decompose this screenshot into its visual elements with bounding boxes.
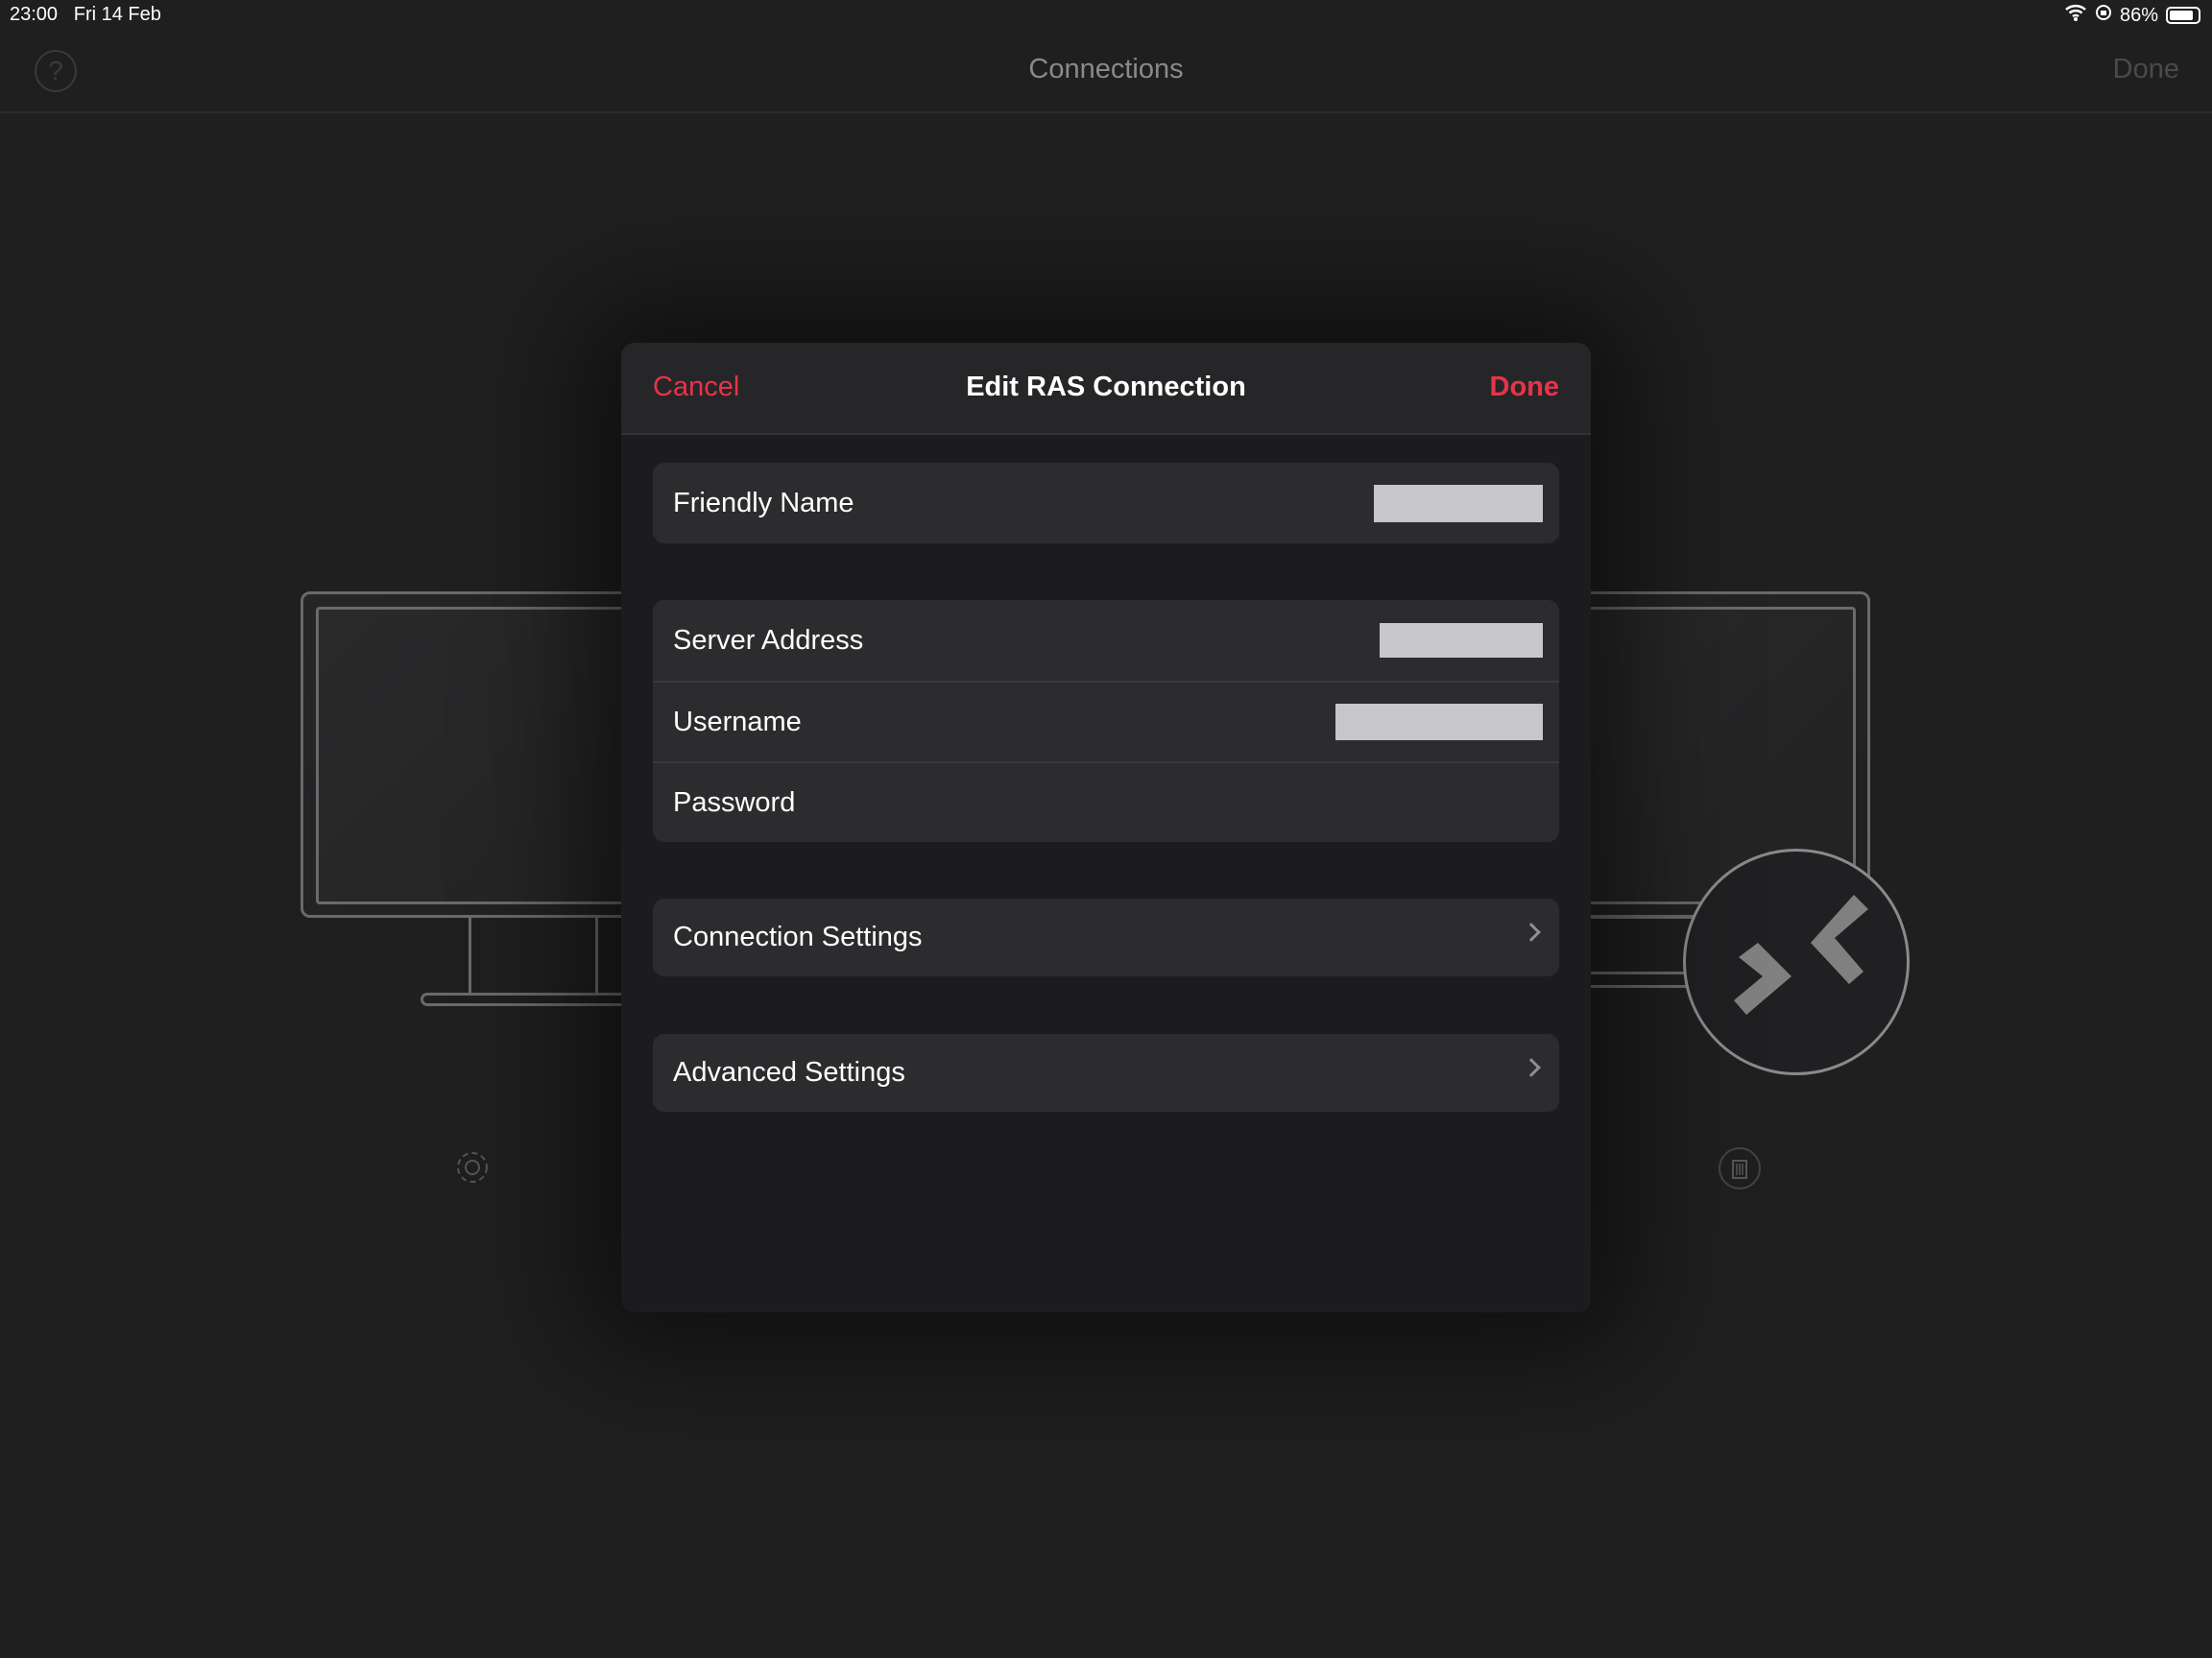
advanced-settings-group: Advanced Settings [653, 1034, 1559, 1112]
nav-bar: ? Connections Done [0, 33, 2212, 113]
advanced-settings-label: Advanced Settings [673, 1057, 905, 1088]
settings-gear-icon[interactable] [451, 1145, 493, 1194]
connection-settings-group: Connection Settings [653, 899, 1559, 976]
battery-icon [2166, 7, 2200, 24]
friendly-name-value-redacted [1374, 484, 1543, 522]
modal-title: Edit RAS Connection [966, 372, 1246, 402]
server-address-value-redacted [1380, 623, 1543, 658]
friendly-name-field[interactable]: Friendly Name [653, 463, 1559, 543]
password-field[interactable]: Password [653, 761, 1559, 842]
server-address-field[interactable]: Server Address [653, 600, 1559, 681]
trash-icon[interactable] [1719, 1147, 1761, 1189]
server-address-label: Server Address [673, 624, 864, 656]
friendly-name-label: Friendly Name [673, 487, 854, 518]
status-time: 23:00 [10, 4, 59, 25]
modal-header: Cancel Edit RAS Connection Done [621, 343, 1591, 435]
monitor-left-stand [595, 917, 598, 994]
wifi-icon [2064, 4, 2087, 27]
monitor-left-stand [469, 917, 471, 994]
status-time-date: 23:00 Fri 14 Feb [10, 4, 161, 26]
status-date: Fri 14 Feb [73, 4, 161, 25]
chevron-right-icon [1522, 923, 1541, 942]
nav-title: Connections [1028, 54, 1184, 84]
friendly-name-group: Friendly Name [653, 463, 1559, 543]
credentials-group: Server Address Username Password [653, 600, 1559, 842]
edit-connection-modal: Cancel Edit RAS Connection Done Friendly… [621, 343, 1591, 1312]
username-label: Username [673, 706, 802, 737]
remote-desktop-logo-icon [1683, 849, 1910, 1075]
nav-done-button[interactable]: Done [2113, 54, 2179, 85]
battery-percent: 86% [2119, 4, 2158, 26]
chevron-right-icon [1522, 1058, 1541, 1077]
username-value-redacted [1335, 704, 1543, 740]
advanced-settings-row[interactable]: Advanced Settings [653, 1034, 1559, 1112]
status-bar: 23:00 Fri 14 Feb 86% [0, 0, 2212, 33]
connection-settings-label: Connection Settings [673, 922, 923, 952]
password-label: Password [673, 786, 796, 818]
orientation-lock-icon [2095, 4, 2112, 27]
connection-settings-row[interactable]: Connection Settings [653, 899, 1559, 976]
username-field[interactable]: Username [653, 681, 1559, 761]
done-button[interactable]: Done [1490, 372, 1560, 403]
